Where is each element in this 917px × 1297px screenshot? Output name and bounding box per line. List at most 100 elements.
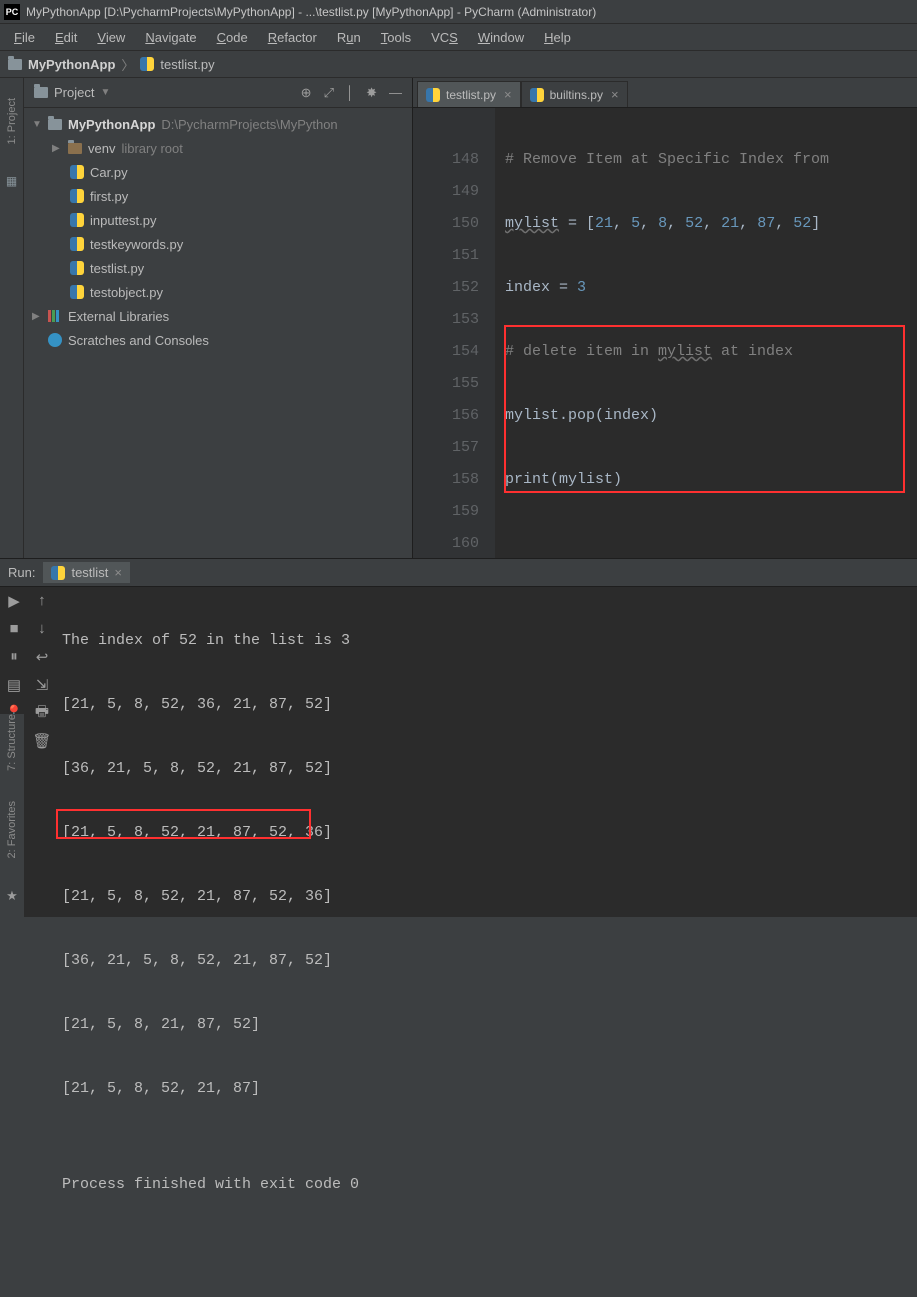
output-line: [36, 21, 5, 8, 52, 21, 87, 52] xyxy=(62,753,917,785)
code-area[interactable]: 148149150151152153154155156157158159160 … xyxy=(413,108,917,558)
tree-file[interactable]: Car.py xyxy=(24,160,412,184)
close-icon[interactable]: × xyxy=(502,87,512,102)
tool-window-structure[interactable]: 7: Structure xyxy=(6,714,18,771)
tree-file[interactable]: testlist.py xyxy=(24,256,412,280)
tree-item-label: testkeywords.py xyxy=(90,237,183,252)
pause-icon[interactable]: ⏸ xyxy=(6,649,22,665)
run-label: Run: xyxy=(8,565,35,580)
window-title: MyPythonApp [D:\PycharmProjects\MyPython… xyxy=(26,5,596,19)
project-panel-title: Project xyxy=(54,85,94,100)
tree-item-note: library root xyxy=(121,141,182,156)
expand-icon[interactable]: ⤢ xyxy=(324,85,334,101)
up-icon[interactable]: ↑ xyxy=(34,593,50,609)
wrap-icon[interactable]: ↩ xyxy=(34,649,50,665)
chevron-down-icon[interactable]: ▼ xyxy=(32,119,42,130)
tree-item-label: first.py xyxy=(90,189,128,204)
output-line: [21, 5, 8, 52, 21, 87, 52, 36] xyxy=(62,881,917,913)
python-icon xyxy=(70,213,84,227)
code-content[interactable]: # Remove Item at Specific Index from myl… xyxy=(495,108,917,558)
output-line: [36, 21, 5, 8, 52, 21, 87, 52] xyxy=(62,945,917,977)
python-icon xyxy=(70,261,84,275)
app-icon: PC xyxy=(4,4,20,20)
collapse-icon[interactable]: │ xyxy=(346,85,354,100)
tree-file[interactable]: testkeywords.py xyxy=(24,232,412,256)
scroll-icon[interactable]: ⇲ xyxy=(34,677,50,693)
run-icon[interactable]: ▶ xyxy=(6,593,22,609)
menu-refactor[interactable]: Refactor xyxy=(260,28,325,47)
python-icon xyxy=(70,165,84,179)
project-panel-header: Project ▼ ⊕ ⤢ │ ✸ — xyxy=(24,78,412,108)
tree-scratches[interactable]: Scratches and Consoles xyxy=(24,328,412,352)
run-panel: Run: testlist × ▶ ■ ⏸ ▤ 📍 ↑ ↓ ↩ ⇲ 🖶 🗑 xyxy=(0,558,917,917)
menu-code[interactable]: Code xyxy=(209,28,256,47)
bottom-rail: ★ 2: Favorites 7: Structure xyxy=(0,714,24,944)
menu-run[interactable]: Run xyxy=(329,28,369,47)
tool-window-project[interactable]: 1: Project xyxy=(6,98,18,144)
print-icon[interactable]: 🖶 xyxy=(34,705,50,721)
breadcrumb-root[interactable]: MyPythonApp xyxy=(28,57,115,72)
menu-file[interactable]: File xyxy=(6,28,43,47)
chevron-icon: 〉 xyxy=(121,55,134,74)
menu-window[interactable]: Window xyxy=(470,28,532,47)
left-rail: 1: Project ▦ xyxy=(0,78,24,558)
run-output[interactable]: The index of 52 in the list is 3 [21, 5,… xyxy=(56,587,917,917)
tree-item-label: testobject.py xyxy=(90,285,163,300)
run-tab[interactable]: testlist × xyxy=(43,562,129,583)
tree-item-label: inputtest.py xyxy=(90,213,157,228)
folder-icon xyxy=(34,87,48,98)
layout-icon[interactable]: ▤ xyxy=(6,677,22,693)
output-line: The index of 52 in the list is 3 xyxy=(62,625,917,657)
chevron-right-icon[interactable]: ▶ xyxy=(32,311,42,322)
hide-icon[interactable]: — xyxy=(389,85,402,100)
python-icon xyxy=(140,57,154,71)
menu-navigate[interactable]: Navigate xyxy=(137,28,204,47)
locate-icon[interactable]: ⊕ xyxy=(301,85,312,101)
menubar: File Edit View Navigate Code Refactor Ru… xyxy=(0,24,917,50)
python-icon xyxy=(530,88,544,102)
scratches-icon xyxy=(48,333,62,347)
tree-file[interactable]: testobject.py xyxy=(24,280,412,304)
tree-file[interactable]: inputtest.py xyxy=(24,208,412,232)
tree-file[interactable]: first.py xyxy=(24,184,412,208)
output-line: [21, 5, 8, 21, 87, 52] xyxy=(62,1009,917,1041)
project-panel: Project ▼ ⊕ ⤢ │ ✸ — ▼ MyPythonApp D:\Pyc… xyxy=(24,78,412,558)
stop-icon[interactable]: ■ xyxy=(6,621,22,637)
editor-tabs: testlist.py × builtins.py × xyxy=(413,78,917,108)
gutter: 148149150151152153154155156157158159160 xyxy=(413,108,495,558)
tool-window-favorites[interactable]: 2: Favorites xyxy=(6,801,18,858)
editor-tab-label: testlist.py xyxy=(446,88,496,102)
tree-root[interactable]: ▼ MyPythonApp D:\PycharmProjects\MyPytho… xyxy=(24,112,412,136)
menu-vcs[interactable]: VCS xyxy=(423,28,466,47)
python-icon xyxy=(70,189,84,203)
close-icon[interactable]: × xyxy=(609,87,619,102)
down-icon[interactable]: ↓ xyxy=(34,621,50,637)
tree-item-label: External Libraries xyxy=(68,309,169,324)
folder-icon xyxy=(48,119,62,130)
trash-icon[interactable]: 🗑 xyxy=(34,733,50,749)
close-icon[interactable]: × xyxy=(114,565,122,580)
settings-icon[interactable]: ✸ xyxy=(366,85,377,101)
editor-tab-testlist[interactable]: testlist.py × xyxy=(417,81,521,107)
project-tree[interactable]: ▼ MyPythonApp D:\PycharmProjects\MyPytho… xyxy=(24,108,412,356)
code-line: # Remove Item at Specific Index from xyxy=(505,151,829,168)
tree-root-path: D:\PycharmProjects\MyPython xyxy=(161,117,337,132)
editor-tab-builtins[interactable]: builtins.py × xyxy=(521,81,628,107)
breadcrumb: MyPythonApp 〉 testlist.py xyxy=(0,50,917,78)
python-icon xyxy=(70,237,84,251)
output-line: [21, 5, 8, 52, 21, 87] xyxy=(62,1073,917,1105)
run-panel-header: Run: testlist × xyxy=(0,559,917,587)
tree-item-label: testlist.py xyxy=(90,261,144,276)
breadcrumb-file[interactable]: testlist.py xyxy=(160,57,214,72)
menu-help[interactable]: Help xyxy=(536,28,579,47)
menu-tools[interactable]: Tools xyxy=(373,28,419,47)
python-icon xyxy=(426,88,440,102)
tree-root-label: MyPythonApp xyxy=(68,117,155,132)
tree-external-libs[interactable]: ▶ External Libraries xyxy=(24,304,412,328)
menu-view[interactable]: View xyxy=(89,28,133,47)
menu-edit[interactable]: Edit xyxy=(47,28,85,47)
rail-folder-icon: ▦ xyxy=(6,174,17,188)
dropdown-icon[interactable]: ▼ xyxy=(100,87,110,98)
chevron-right-icon[interactable]: ▶ xyxy=(52,143,62,154)
star-icon[interactable]: ★ xyxy=(6,888,18,904)
tree-venv[interactable]: ▶ venv library root xyxy=(24,136,412,160)
